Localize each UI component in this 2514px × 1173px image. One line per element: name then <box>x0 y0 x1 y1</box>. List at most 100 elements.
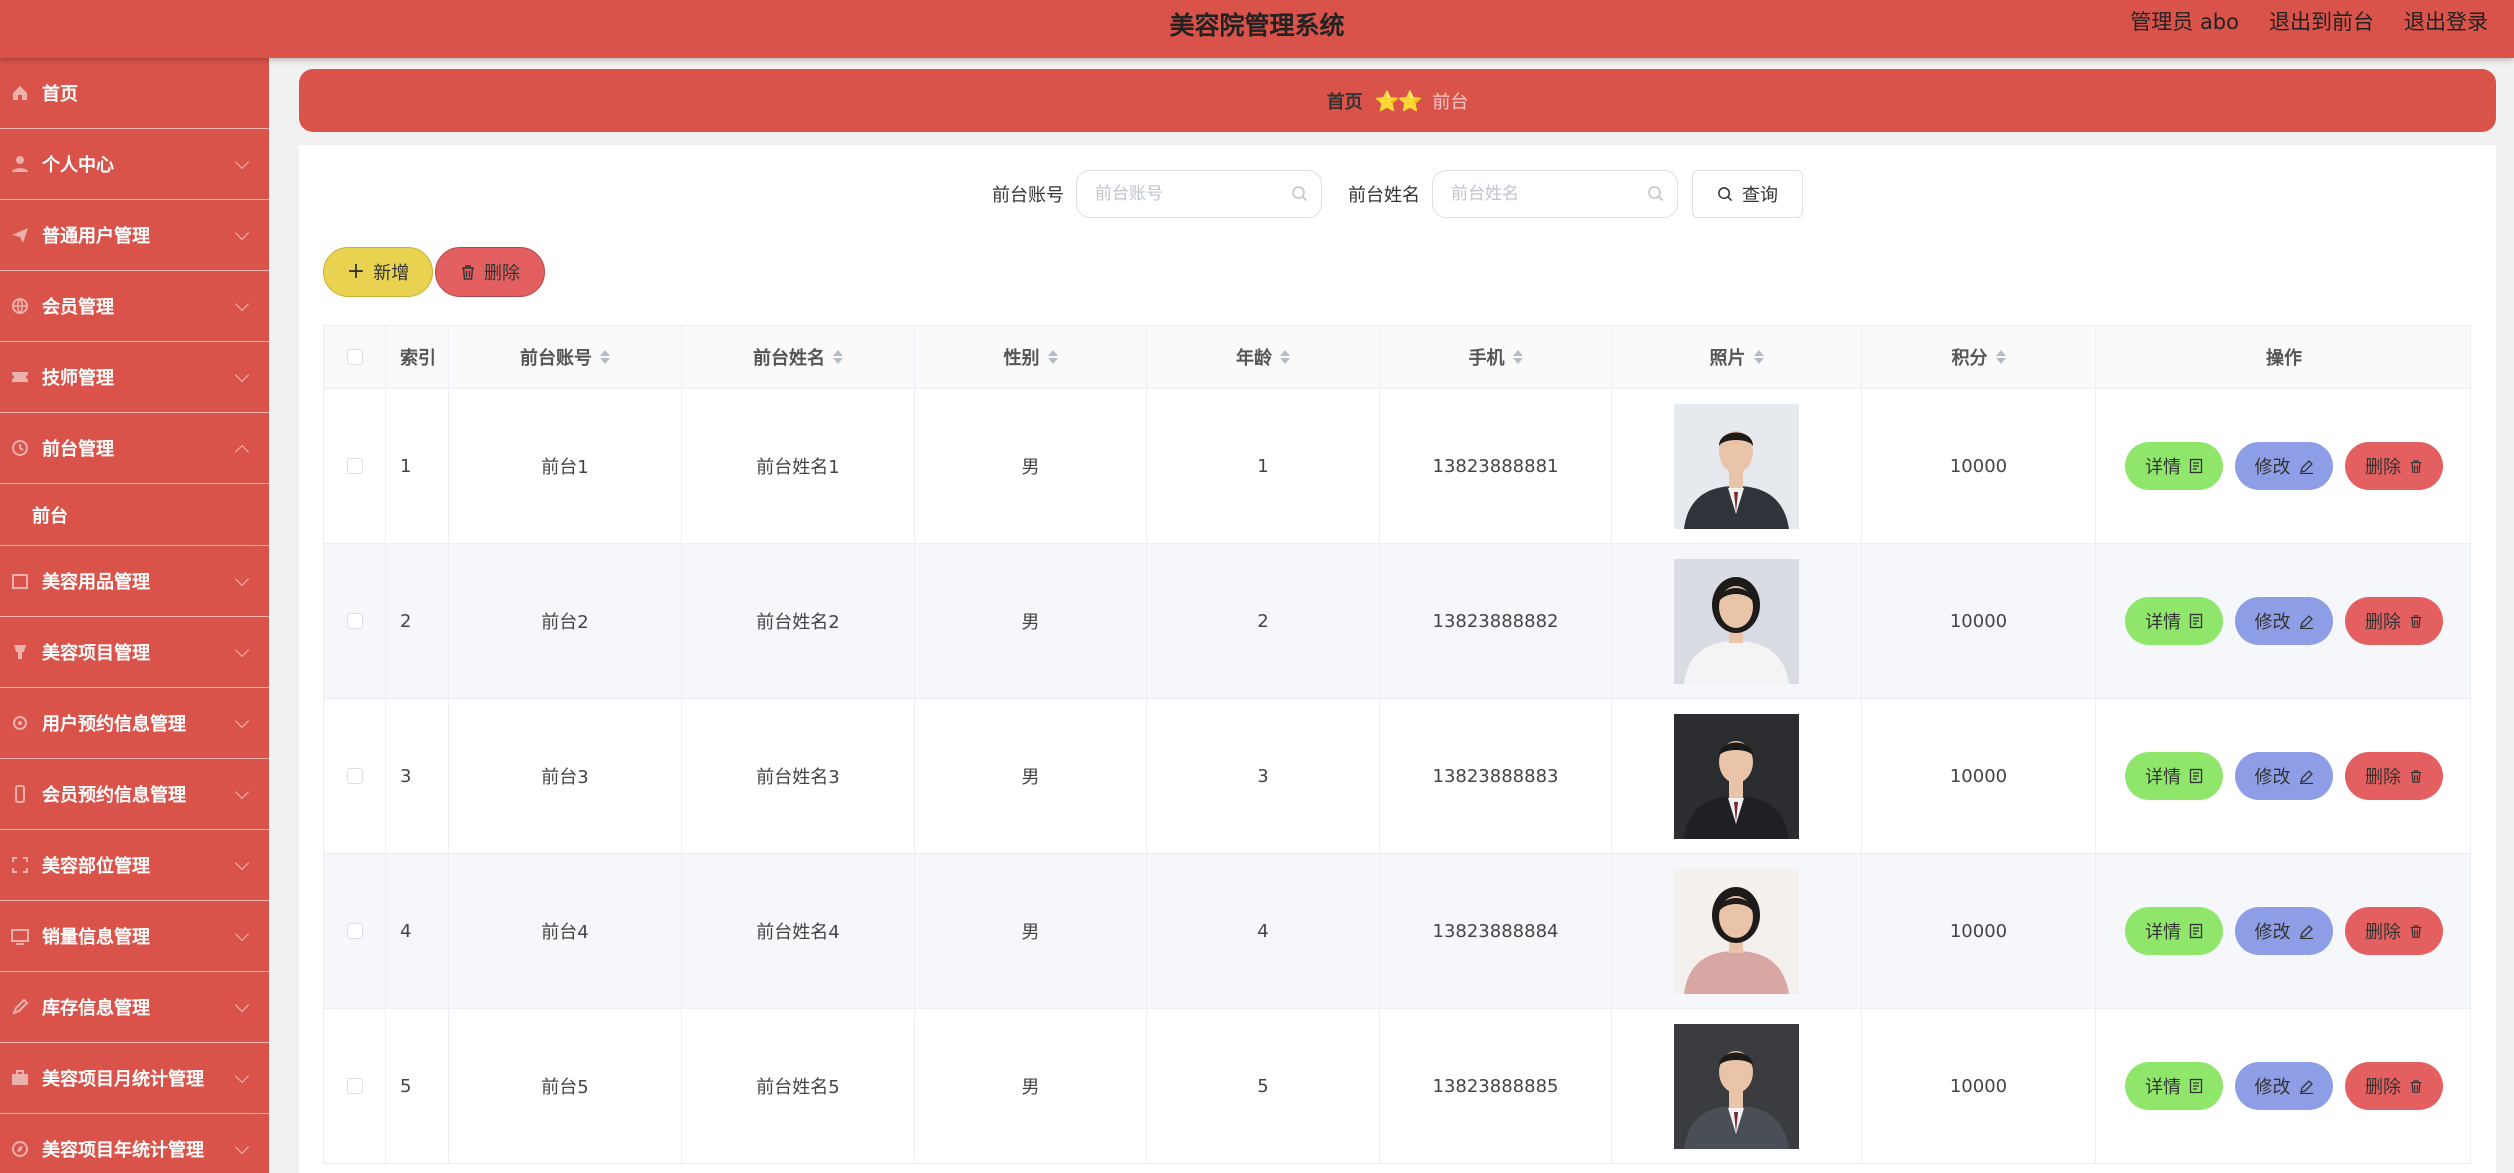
row-select-cell <box>324 699 386 853</box>
delete-button-label: 删除 <box>2365 1077 2401 1098</box>
delete-button[interactable]: 删除 <box>2345 752 2443 800</box>
chevron-down-icon <box>234 1139 250 1155</box>
header-score[interactable]: 积分 <box>1862 326 2096 388</box>
cell-photo <box>1612 544 1862 698</box>
cell-phone: 13823888884 <box>1380 854 1612 1008</box>
header-sex[interactable]: 性别 <box>915 326 1147 388</box>
portrait-photo[interactable] <box>1674 558 1799 684</box>
detail-button[interactable]: 详情 <box>2125 907 2223 955</box>
cell-operations: 详情 修改 删除 <box>2096 1009 2472 1163</box>
query-button[interactable]: 查询 <box>1692 170 1803 218</box>
edit-button[interactable]: 修改 <box>2235 907 2333 955</box>
detail-button[interactable]: 详情 <box>2125 442 2223 490</box>
sidebar-item-1[interactable]: 个人中心 <box>0 129 269 200</box>
header-photo-label: 照片 <box>1709 348 1746 369</box>
row-checkbox[interactable] <box>346 1078 363 1094</box>
header-name[interactable]: 前台姓名 <box>682 326 915 388</box>
header-phone[interactable]: 手机 <box>1380 326 1612 388</box>
monitor-icon <box>10 926 30 946</box>
sidebar-item-label: 首页 <box>42 84 78 105</box>
sidebar-item-2[interactable]: 普通用户管理 <box>0 200 269 271</box>
header-account-label: 前台账号 <box>520 348 592 369</box>
sidebar-item-14[interactable]: 美容项目年统计管理 <box>0 1114 269 1173</box>
delete-button[interactable]: 删除 <box>2345 442 2443 490</box>
logout-link[interactable]: 退出登录 <box>2404 6 2488 36</box>
portrait-photo[interactable] <box>1674 713 1799 839</box>
edit-button[interactable]: 修改 <box>2235 752 2333 800</box>
cell-photo <box>1612 854 1862 1008</box>
detail-button[interactable]: 详情 <box>2125 597 2223 645</box>
detail-button[interactable]: 详情 <box>2125 1062 2223 1110</box>
row-checkbox[interactable] <box>346 768 363 784</box>
header-age[interactable]: 年龄 <box>1147 326 1380 388</box>
cell-age: 1 <box>1147 389 1380 543</box>
edit-button-label: 修改 <box>2254 457 2291 478</box>
sidebar: 首页个人中心普通用户管理会员管理 技师管理 前台管理 前台美容用品管理美容项目管理 用户… <box>0 58 269 1173</box>
sidebar-item-label: 库存信息管理 <box>42 998 150 1019</box>
detail-button[interactable]: 详情 <box>2125 752 2223 800</box>
name-search-input[interactable] <box>1433 171 1677 217</box>
sidebar-item-10[interactable]: 美容部位管理 <box>0 830 269 901</box>
sidebar-item-0[interactable]: 首页 <box>0 58 269 129</box>
edit-button[interactable]: 修改 <box>2235 597 2333 645</box>
breadcrumb-home[interactable]: 首页 <box>1327 88 1363 114</box>
sidebar-item-5[interactable]: 前台管理 <box>0 413 269 484</box>
cell-name: 前台姓名1 <box>682 389 915 543</box>
edit-button-label: 修改 <box>2254 922 2291 943</box>
sidebar-item-label: 美容用品管理 <box>42 572 150 593</box>
sidebar-item-12[interactable]: 库存信息管理 <box>0 972 269 1043</box>
sort-icon[interactable] <box>1753 350 1764 364</box>
cell-index: 1 <box>386 389 449 543</box>
sidebar-item-label: 个人中心 <box>42 155 114 176</box>
sidebar-item-13[interactable]: 美容项目月统计管理 <box>0 1043 269 1114</box>
trash-icon <box>2410 1079 2422 1093</box>
portrait-photo[interactable] <box>1674 403 1799 529</box>
delete-button[interactable]: 删除 <box>2345 597 2443 645</box>
sort-icon[interactable] <box>1512 350 1523 364</box>
toolbar: + 新增 删除 <box>323 247 545 297</box>
sidebar-subitem-front[interactable]: 前台 <box>0 484 269 546</box>
edit-button[interactable]: 修改 <box>2235 442 2333 490</box>
delete-button[interactable]: 删除 <box>2345 907 2443 955</box>
select-all-cell <box>324 326 386 388</box>
account-search-input[interactable] <box>1077 171 1321 217</box>
sidebar-item-7[interactable]: 美容项目管理 <box>0 617 269 688</box>
sidebar-item-4[interactable]: 技师管理 <box>0 342 269 413</box>
portrait-photo[interactable] <box>1674 868 1799 994</box>
sidebar-item-8[interactable]: 用户预约信息管理 <box>0 688 269 759</box>
exit-to-front-link[interactable]: 退出到前台 <box>2269 6 2374 36</box>
header-operations: 操作 <box>2266 348 2302 369</box>
sort-icon[interactable] <box>1995 350 2006 364</box>
sort-icon[interactable] <box>1280 350 1290 364</box>
document-icon <box>2189 613 2203 629</box>
sort-icon[interactable] <box>600 350 610 364</box>
sort-icon[interactable] <box>833 350 843 364</box>
pencil-icon <box>2299 459 2313 474</box>
admin-name[interactable]: 管理员 abo <box>2130 6 2239 36</box>
batch-delete-button[interactable]: 删除 <box>435 247 545 297</box>
header-photo[interactable]: 照片 <box>1612 326 1862 388</box>
sort-icon[interactable] <box>1047 350 1058 364</box>
row-checkbox[interactable] <box>346 923 363 939</box>
cell-photo <box>1612 1009 1862 1163</box>
sidebar-item-3[interactable]: 会员管理 <box>0 271 269 342</box>
add-button[interactable]: + 新增 <box>323 247 433 297</box>
select-all-checkbox[interactable] <box>346 349 363 365</box>
row-checkbox[interactable] <box>346 458 363 474</box>
header-account[interactable]: 前台账号 <box>449 326 682 388</box>
edit-button[interactable]: 修改 <box>2235 1062 2333 1110</box>
sidebar-item-11[interactable]: 销量信息管理 <box>0 901 269 972</box>
sidebar-item-6[interactable]: 美容用品管理 <box>0 546 269 617</box>
sidebar-item-label: 普通用户管理 <box>42 226 150 247</box>
main-panel: 前台账号 前台姓名 查询 + 新增 删除 索引 前台账号 前台 <box>299 145 2496 1173</box>
row-select-cell <box>324 854 386 1008</box>
trash-icon <box>2410 769 2422 783</box>
portrait-photo[interactable] <box>1674 1023 1799 1149</box>
sidebar-item-9[interactable]: 会员预约信息管理 <box>0 759 269 830</box>
row-checkbox[interactable] <box>346 613 363 629</box>
delete-button[interactable]: 删除 <box>2345 1062 2443 1110</box>
cell-photo <box>1612 389 1862 543</box>
cell-score: 10000 <box>1862 389 2096 543</box>
cell-phone: 13823888883 <box>1380 699 1612 853</box>
clock-icon <box>10 438 30 458</box>
